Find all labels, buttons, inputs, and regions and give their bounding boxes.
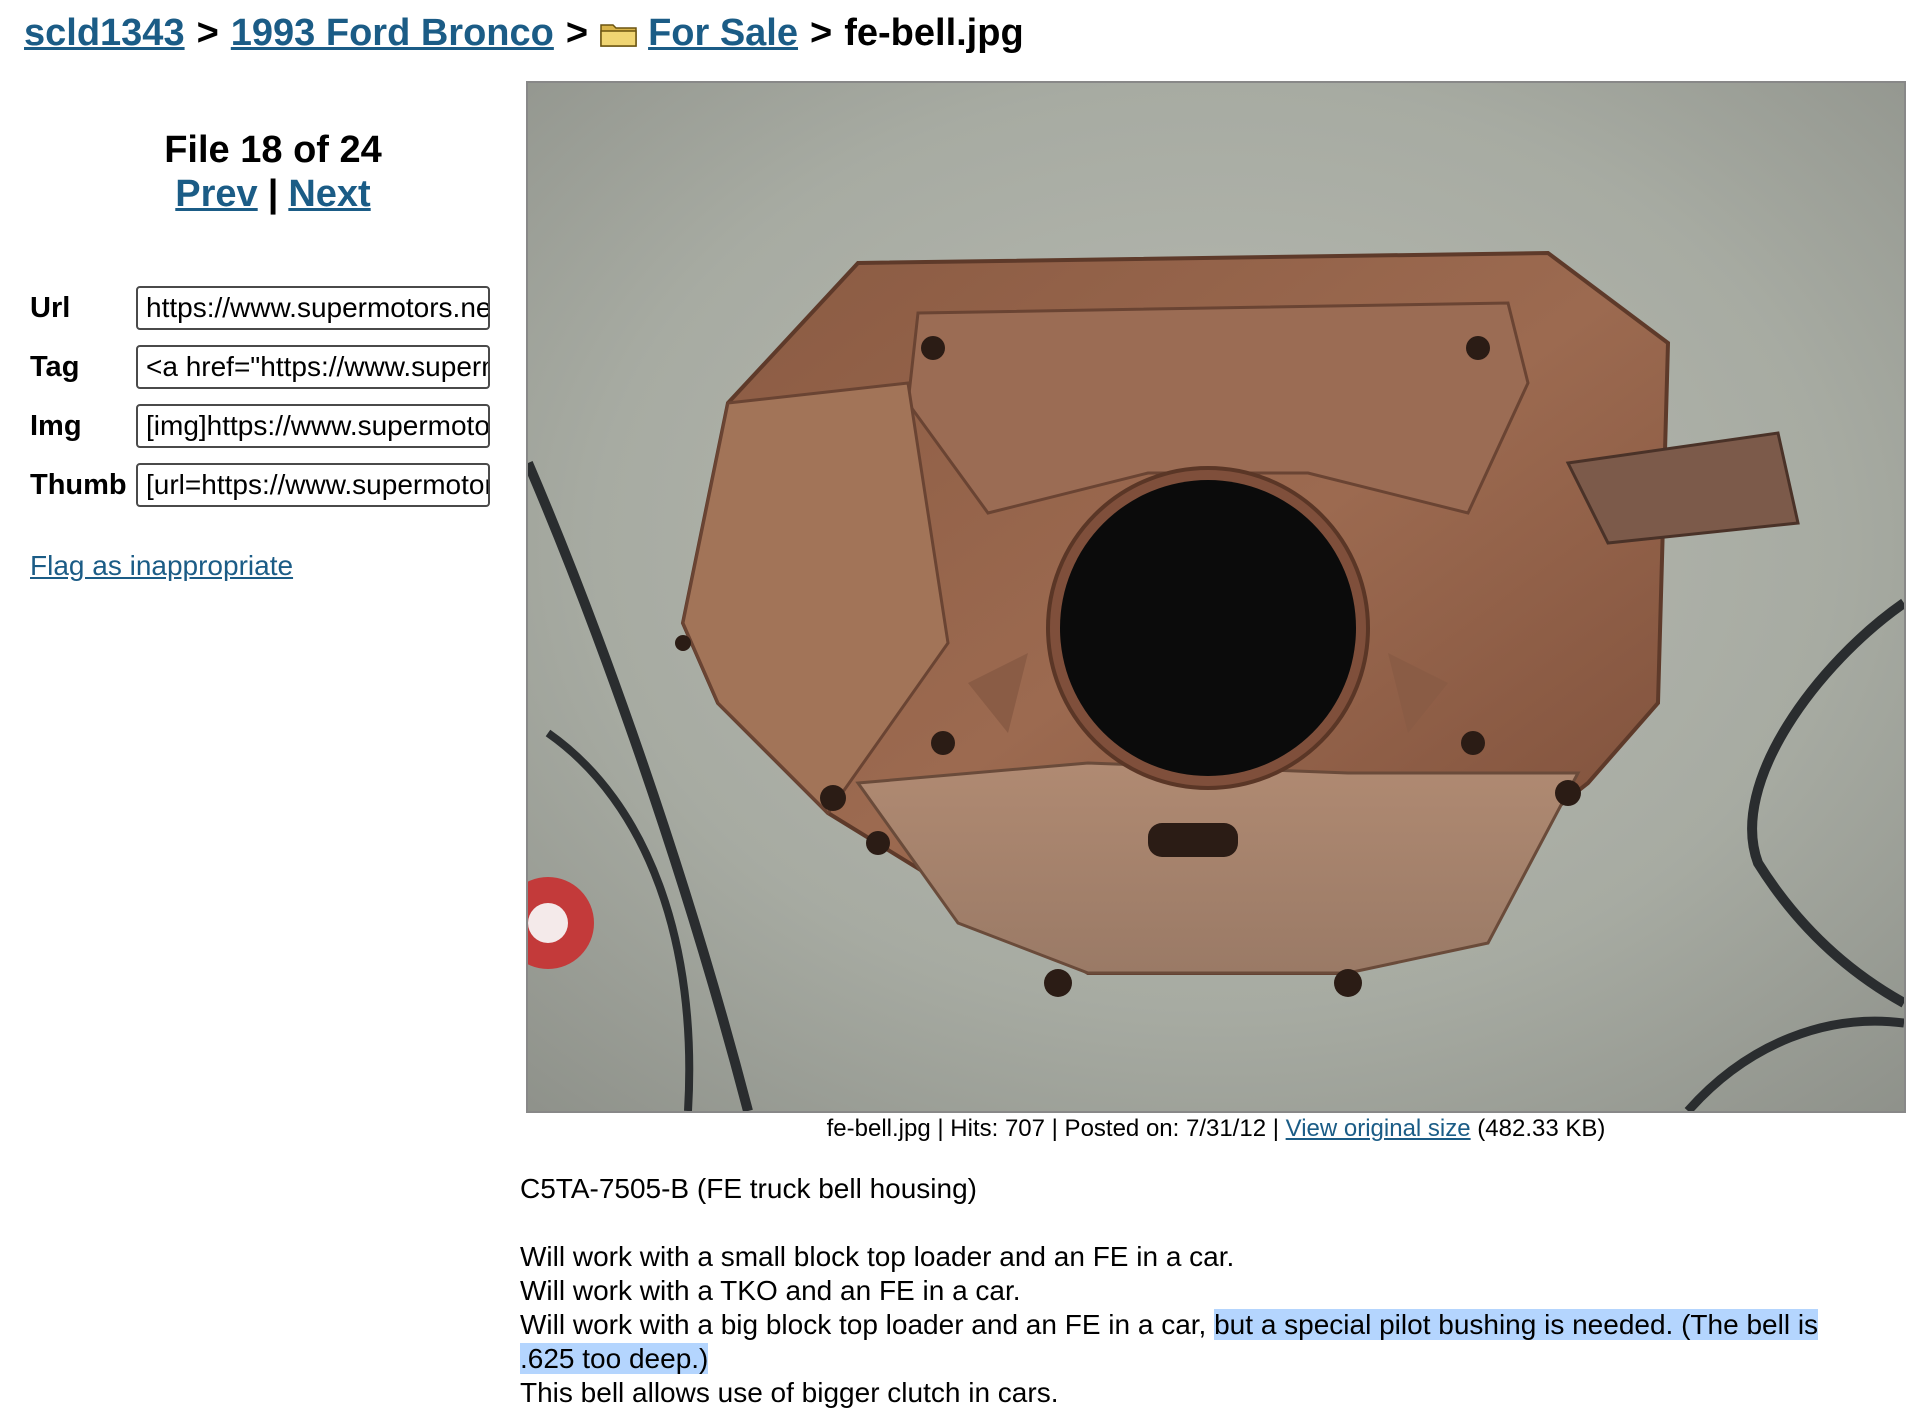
img-field[interactable]: [img]https://www.supermotors.net/ — [136, 404, 490, 448]
breadcrumb-separator: > — [810, 12, 833, 54]
url-label: Url — [30, 292, 71, 324]
view-original-size-link[interactable]: View original size — [1286, 1115, 1471, 1142]
breadcrumb-current-file: fe-bell.jpg — [844, 12, 1024, 54]
description-line: This bell allows use of bigger clutch in… — [520, 1377, 1059, 1408]
description-line: Will work with a small block top loader … — [520, 1241, 1235, 1272]
next-link[interactable]: Next — [288, 173, 370, 215]
tag-label: Tag — [30, 351, 80, 383]
breadcrumb-separator: > — [196, 12, 219, 54]
flag-inappropriate-link[interactable]: Flag as inappropriate — [30, 549, 293, 583]
folder-icon — [600, 12, 638, 47]
description-title: C5TA-7505-B (FE truck bell housing) — [520, 1173, 977, 1204]
tag-field[interactable]: <a href="https://www.supermotors.net/ — [136, 345, 490, 389]
main-photo[interactable] — [526, 81, 1906, 1113]
breadcrumb-separator: > — [565, 12, 589, 54]
caption-meta: fe-bell.jpg | Hits: 707 | Posted on: 7/3… — [826, 1115, 1279, 1142]
file-size: (482.33 KB) — [1477, 1115, 1606, 1142]
img-label: Img — [30, 410, 82, 442]
thumb-label: Thumb — [30, 469, 127, 501]
description-line: .625 too deep.) — [520, 1342, 1900, 1376]
pager: Prev | Next — [0, 172, 546, 216]
selected-text: but a special pilot bushing is needed. (… — [1214, 1309, 1819, 1340]
file-count: File 18 of 24 — [164, 129, 382, 171]
thumb-field[interactable]: [url=https://www.supermotors.net/ — [136, 463, 490, 507]
photo-description: C5TA-7505-B (FE truck bell housing) Will… — [520, 1172, 1900, 1410]
photo-caption: fe-bell.jpg | Hits: 707 | Posted on: 7/3… — [526, 1114, 1906, 1144]
breadcrumb: scld1343 >1993 Ford Bronco > For Sale > fe-be… — [24, 10, 1024, 56]
description-line: Will work with a TKO and an FE in a car. — [520, 1275, 1021, 1306]
breadcrumb-user-link[interactable]: scld1343 — [24, 12, 185, 54]
description-line: Will work with a big block top loader an… — [520, 1308, 1900, 1342]
pager-divider: | — [267, 173, 279, 215]
prev-link[interactable]: Prev — [175, 173, 257, 215]
bell-housing-photo — [528, 83, 1904, 1111]
breadcrumb-folder-link[interactable]: For Sale — [648, 12, 798, 54]
breadcrumb-album-link[interactable]: 1993 Ford Bronco — [231, 12, 554, 54]
url-field[interactable]: https://www.supermotors.net/getfile/ — [136, 286, 490, 330]
description-text: Will work with a big block top loader an… — [520, 1309, 1207, 1340]
selected-text: .625 too deep.) — [520, 1343, 709, 1374]
